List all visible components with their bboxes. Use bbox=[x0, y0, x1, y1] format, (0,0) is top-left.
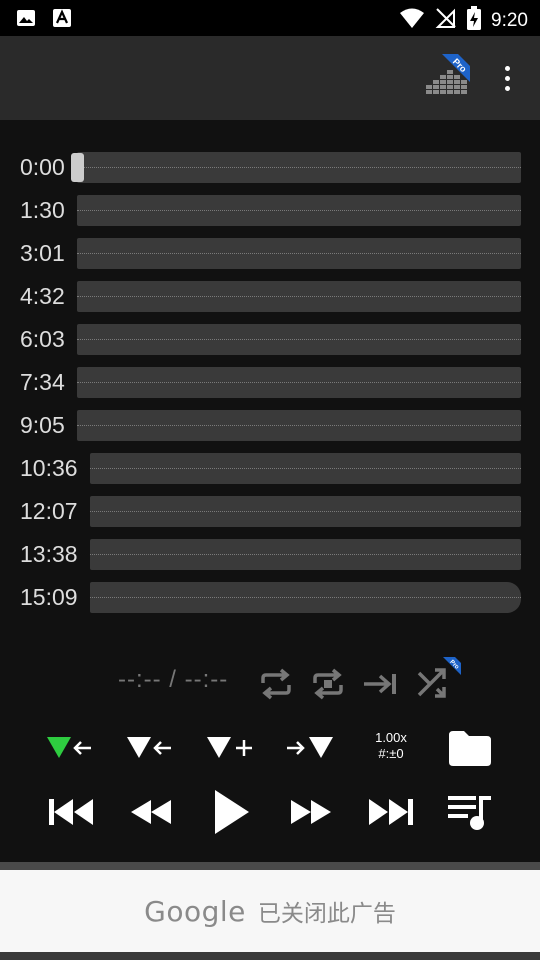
text-icon bbox=[52, 8, 72, 28]
ad-google-brand: Google bbox=[144, 894, 246, 928]
timeline-marker-time: 6:03 bbox=[20, 326, 65, 352]
timeline-marker-time: 15:09 bbox=[20, 584, 78, 610]
playhead-handle[interactable] bbox=[71, 153, 84, 182]
timeline-row[interactable]: 4:32 bbox=[0, 280, 540, 314]
timeline-row[interactable]: 0:00 bbox=[0, 151, 540, 185]
timeline-marker-time: 7:34 bbox=[20, 369, 65, 395]
timeline-segment-bar[interactable] bbox=[77, 367, 521, 398]
playlist-icon[interactable] bbox=[444, 788, 496, 836]
timeline-marker-time: 1:30 bbox=[20, 197, 65, 223]
status-time: 9:20 bbox=[491, 9, 528, 31]
timeline-segment-bar[interactable] bbox=[77, 324, 521, 355]
repeat-icon[interactable] bbox=[254, 662, 298, 706]
timeline-segment-bar[interactable] bbox=[77, 195, 521, 226]
timeline-row[interactable]: 3:01 bbox=[0, 237, 540, 271]
timeline-row[interactable]: 15:09 bbox=[0, 581, 540, 615]
rewind-icon[interactable] bbox=[126, 790, 176, 834]
speed-pitch-control[interactable]: 1.00x #:±0 bbox=[366, 730, 416, 762]
app-bar: Pro bbox=[0, 36, 540, 120]
image-icon bbox=[16, 8, 36, 28]
timeline-row[interactable]: 6:03 bbox=[0, 323, 540, 357]
timeline-marker-time: 9:05 bbox=[20, 412, 65, 438]
timeline-segment-bar[interactable] bbox=[77, 152, 521, 183]
marker-right-icon[interactable] bbox=[284, 728, 336, 768]
skip-previous-icon[interactable] bbox=[46, 790, 96, 834]
repeat-one-icon[interactable] bbox=[306, 662, 350, 706]
timeline-segment-bar[interactable] bbox=[90, 496, 521, 527]
ad-closed-text: 已关闭此广告 bbox=[257, 901, 396, 927]
timeline-segment-bar[interactable] bbox=[90, 453, 521, 484]
battery-charging-icon bbox=[467, 6, 482, 35]
time-display: --:-- / --:-- bbox=[118, 666, 229, 693]
folder-icon[interactable] bbox=[446, 726, 494, 770]
status-right-icons: 9:20 bbox=[399, 6, 528, 35]
signal-off-icon bbox=[435, 7, 457, 34]
timeline-row[interactable]: 12:07 bbox=[0, 495, 540, 529]
timeline-row[interactable]: 7:34 bbox=[0, 366, 540, 400]
pitch-value: #:±0 bbox=[378, 746, 404, 761]
status-bar: 9:20 bbox=[0, 0, 540, 36]
timeline-marker-time: 3:01 bbox=[20, 240, 65, 266]
timeline-marker-time: 13:38 bbox=[20, 541, 78, 567]
playback-mode-row: --:-- / --:-- Pro bbox=[0, 656, 540, 712]
marker-add-icon[interactable] bbox=[204, 728, 256, 768]
timeline-marker-time: 4:32 bbox=[20, 283, 65, 309]
timeline-list: 0:00 1:30 3:01 4:32 6:03 7:34 9:05 10:36 12:07 13… bbox=[0, 120, 540, 640]
timeline-segment-bar[interactable] bbox=[77, 410, 521, 441]
skip-next-icon[interactable] bbox=[366, 790, 416, 834]
equalizer-pro-logo[interactable]: Pro bbox=[424, 54, 470, 98]
status-left-icons bbox=[16, 8, 72, 28]
ad-banner[interactable]: Google 已关闭此广告 bbox=[0, 870, 540, 952]
timeline-marker-time: 10:36 bbox=[20, 455, 78, 481]
timeline-marker-time: 0:00 bbox=[20, 154, 65, 180]
timeline-row[interactable]: 13:38 bbox=[0, 538, 540, 572]
transport-row bbox=[0, 784, 540, 840]
skip-to-end-icon[interactable] bbox=[358, 662, 402, 706]
play-icon[interactable] bbox=[204, 784, 258, 840]
wifi-icon bbox=[399, 7, 425, 34]
speed-value: 1.00x bbox=[375, 730, 407, 745]
timeline-row[interactable]: 1:30 bbox=[0, 194, 540, 228]
marker-row: 1.00x #:±0 bbox=[0, 720, 540, 776]
timeline-segment-bar[interactable] bbox=[77, 238, 521, 269]
marker-left-icon[interactable] bbox=[44, 728, 96, 768]
bottom-edge bbox=[0, 952, 540, 960]
ad-separator bbox=[0, 862, 540, 870]
timeline-row[interactable]: 9:05 bbox=[0, 409, 540, 443]
timeline-marker-time: 12:07 bbox=[20, 498, 78, 524]
shuffle-pro-icon[interactable]: Pro bbox=[412, 656, 462, 706]
more-vert-icon[interactable] bbox=[496, 58, 518, 98]
timeline-segment-bar[interactable] bbox=[90, 539, 521, 570]
timeline-row[interactable]: 10:36 bbox=[0, 452, 540, 486]
timeline-segment-bar[interactable] bbox=[77, 281, 521, 312]
fast-forward-icon[interactable] bbox=[286, 790, 336, 834]
timeline-segment-bar[interactable] bbox=[90, 582, 521, 613]
marker-prev-icon[interactable] bbox=[124, 728, 176, 768]
